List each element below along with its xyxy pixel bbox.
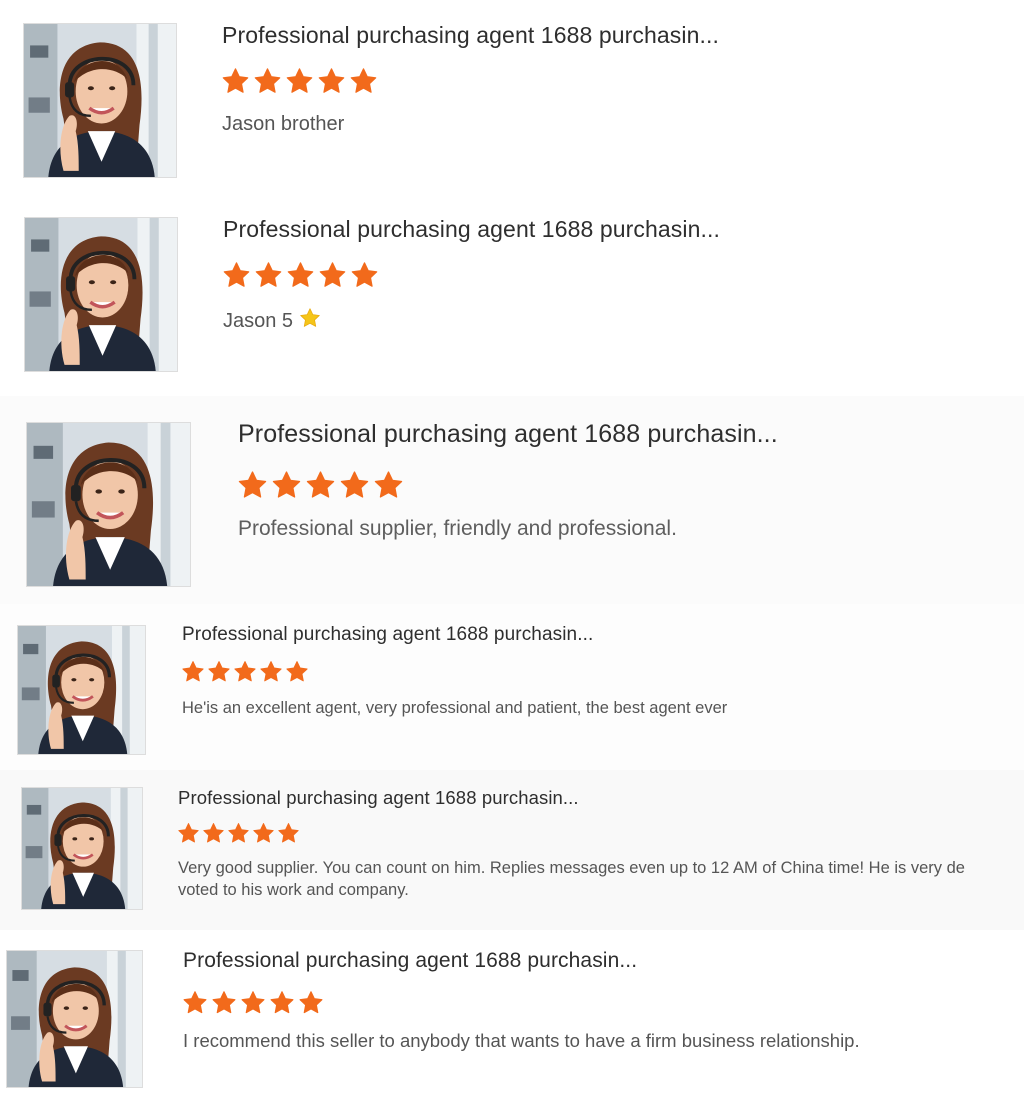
star-icon [207,660,231,684]
product-title[interactable]: Professional purchasing agent 1688 purch… [222,22,719,49]
star-icon [350,261,379,290]
agent-avatar[interactable] [17,625,146,755]
star-icon [253,67,282,96]
agent-avatar[interactable] [6,950,143,1088]
star-icon [269,990,295,1016]
review-comment: Very good supplier. You can count on him… [178,859,965,899]
review-comment: He'is an excellent agent, very professio… [182,699,728,717]
star-icon [177,822,200,845]
star-icon [237,470,268,501]
star-icon [285,67,314,96]
star-rating [221,67,378,96]
star-icon [211,990,237,1016]
star-icon [277,822,300,845]
agent-avatar[interactable] [21,787,143,910]
review-comment: I recommend this seller to anybody that … [183,1030,860,1051]
star-icon [182,990,208,1016]
product-title[interactable]: Professional purchasing agent 1688 purch… [182,624,593,646]
agent-avatar[interactable] [23,23,177,178]
product-title[interactable]: Professional purchasing agent 1688 purch… [238,420,778,449]
review-card: Professional purchasing agent 1688 purch… [0,200,1024,396]
star-icon [222,261,251,290]
star-icon [298,990,324,1016]
star-icon [271,470,302,501]
star-icon [349,67,378,96]
star-rating [237,470,404,501]
star-icon [233,660,257,684]
star-icon [181,660,205,684]
star-rating [222,261,379,290]
agent-avatar[interactable] [24,217,178,372]
star-icon [240,990,266,1016]
review-card: Professional purchasing agent 1688 purch… [0,396,1024,604]
star-icon [286,261,315,290]
star-icon [202,822,225,845]
star-icon [259,660,283,684]
star-rating [177,822,300,845]
star-icon [339,470,370,501]
product-title[interactable]: Professional purchasing agent 1688 purch… [178,787,579,809]
review-comment: Professional supplier, friendly and prof… [238,517,677,540]
product-title[interactable]: Professional purchasing agent 1688 purch… [183,949,637,973]
star-icon [318,261,347,290]
review-comment-text: Jason 5 [223,310,294,332]
star-icon [317,67,346,96]
star-emoji-icon [299,307,321,335]
star-rating [182,990,324,1016]
star-icon [254,261,283,290]
star-icon [221,67,250,96]
review-card: Professional purchasing agent 1688 purch… [0,0,1024,200]
star-icon [373,470,404,501]
review-card: Professional purchasing agent 1688 purch… [0,604,1024,770]
review-card: Professional purchasing agent 1688 purch… [0,930,1024,1103]
review-comment: Jason brother [222,113,345,135]
agent-avatar[interactable] [26,422,191,587]
product-title[interactable]: Professional purchasing agent 1688 purch… [223,216,720,243]
star-rating [181,660,309,684]
star-icon [285,660,309,684]
star-icon [305,470,336,501]
star-icon [252,822,275,845]
star-icon [227,822,250,845]
review-comment: Jason 5 [223,307,321,335]
review-card: Professional purchasing agent 1688 purch… [0,770,1024,930]
